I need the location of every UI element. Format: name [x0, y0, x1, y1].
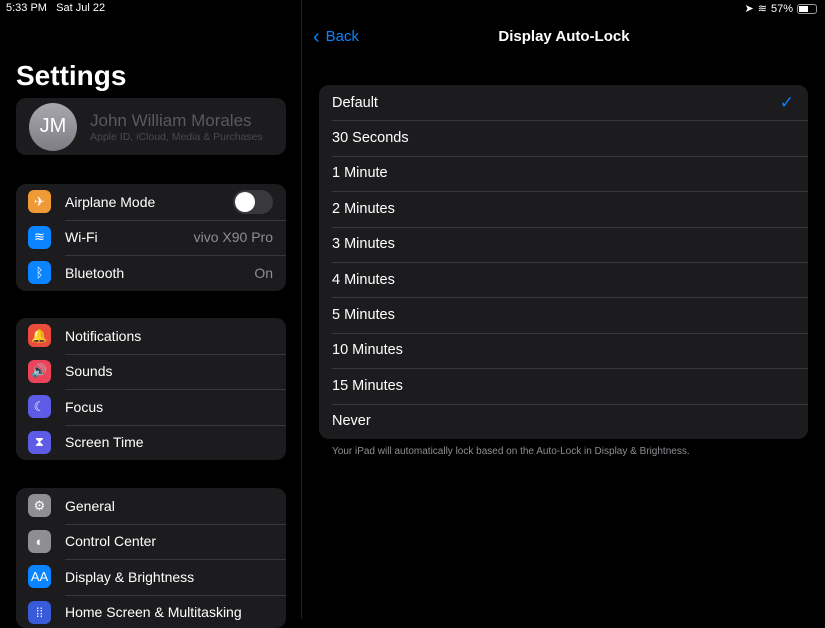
wifi-icon: ≋ — [758, 2, 767, 15]
home-screen-multitasking-icon: ⁞⁞ — [28, 601, 51, 624]
option-label: 1 Minute — [332, 165, 388, 181]
profile-name: John William Morales — [90, 111, 263, 131]
option-label: Never — [332, 413, 371, 429]
notifications-group: 🔔 Notifications 🔊 Sounds ☾ Focus ⧗ Screen Time — [16, 318, 286, 460]
nav-bar: Display Auto-Lock ‹ Back — [303, 28, 825, 48]
nav-title: Display Auto-Lock — [303, 28, 825, 45]
profile-subtitle: Apple ID, iCloud, Media & Purchases — [90, 131, 263, 143]
status-time-date: 5:33 PM Sat Jul 22 — [6, 2, 105, 14]
sidebar-item-label: Focus — [65, 399, 286, 415]
wi-fi-icon: ≋ — [28, 226, 51, 249]
sidebar-item-control-center[interactable]: ◐ Control Center — [16, 524, 286, 560]
notifications-icon: 🔔 — [28, 324, 51, 347]
option-label: 3 Minutes — [332, 236, 395, 252]
connectivity-group: ✈ Airplane Mode ≋ Wi-Fivivo X90 Pro ᛒ Bluetoo… — [16, 184, 286, 291]
sidebar-item-label: Notifications — [65, 328, 286, 344]
sidebar-item-airplane-mode[interactable]: ✈ Airplane Mode — [16, 184, 286, 220]
checkmark-icon: ✓ — [780, 93, 794, 113]
general-icon: ⚙ — [28, 494, 51, 517]
back-button[interactable]: ‹ Back — [313, 28, 359, 45]
sidebar-item-label: Sounds — [65, 363, 286, 379]
back-label: Back — [326, 28, 359, 45]
airplane-mode-toggle[interactable] — [233, 190, 273, 214]
option-5-minutes[interactable]: 5 Minutes — [319, 297, 808, 332]
option-label: 5 Minutes — [332, 307, 395, 323]
avatar: JM — [29, 103, 77, 151]
screen-time-icon: ⧗ — [28, 431, 51, 454]
page-title: Settings — [16, 60, 126, 92]
option-label: 4 Minutes — [332, 272, 395, 288]
sidebar-item-label: Screen Time — [65, 434, 286, 450]
option-label: 15 Minutes — [332, 378, 403, 394]
sidebar-item-sounds[interactable]: 🔊 Sounds — [16, 354, 286, 390]
option-label: 10 Minutes — [332, 342, 403, 358]
settings-sidebar: Settings JM John William Morales Apple I… — [0, 0, 302, 619]
option-15-minutes[interactable]: 15 Minutes — [319, 368, 808, 403]
footer-note: Your iPad will automatically lock based … — [332, 446, 690, 457]
airplane-mode-icon: ✈ — [28, 190, 51, 213]
sidebar-item-label: Display & Brightness — [65, 569, 286, 585]
sidebar-item-bluetooth[interactable]: ᛒ BluetoothOn — [16, 255, 286, 291]
battery-percent: 57% — [771, 3, 793, 15]
status-date: Sat Jul 22 — [56, 2, 105, 14]
option-3-minutes[interactable]: 3 Minutes — [319, 227, 808, 262]
status-time: 5:33 PM — [6, 2, 47, 14]
chevron-left-icon: ‹ — [313, 30, 320, 44]
sounds-icon: 🔊 — [28, 360, 51, 383]
option-default[interactable]: Default ✓ — [319, 85, 808, 120]
status-indicators: ➤ ≋ 57% — [745, 2, 817, 15]
sidebar-item-focus[interactable]: ☾ Focus — [16, 389, 286, 425]
sidebar-item-notifications[interactable]: 🔔 Notifications — [16, 318, 286, 354]
control-center-icon: ◐ — [28, 530, 51, 553]
sidebar-item-display-brightness[interactable]: AA Display & Brightness — [16, 559, 286, 595]
bluetooth-icon: ᛒ — [28, 261, 51, 284]
sidebar-item-label: General — [65, 498, 286, 514]
display-brightness-icon: AA — [28, 565, 51, 588]
profile-card[interactable]: JM John William Morales Apple ID, iCloud… — [16, 98, 286, 155]
sidebar-item-label: Control Center — [65, 533, 286, 549]
sidebar-item-label: Bluetooth — [65, 265, 254, 281]
general-group: ⚙ General ◐ Control Center AA Display & Brigh… — [16, 488, 286, 628]
sidebar-item-screen-time[interactable]: ⧗ Screen Time — [16, 425, 286, 461]
option-10-minutes[interactable]: 10 Minutes — [319, 333, 808, 368]
sidebar-item-label: Airplane Mode — [65, 194, 233, 210]
sidebar-item-home-screen-multitasking[interactable]: ⁞⁞ Home Screen & Multitasking — [16, 595, 286, 628]
option-label: 2 Minutes — [332, 201, 395, 217]
sidebar-item-wi-fi[interactable]: ≋ Wi-Fivivo X90 Pro — [16, 220, 286, 256]
sidebar-item-value: vivo X90 Pro — [194, 229, 273, 245]
sidebar-item-label: Home Screen & Multitasking — [65, 604, 286, 620]
option-label: Default — [332, 95, 378, 111]
sidebar-item-general[interactable]: ⚙ General — [16, 488, 286, 524]
sidebar-item-label: Wi-Fi — [65, 229, 194, 245]
option-2-minutes[interactable]: 2 Minutes — [319, 191, 808, 226]
auto-lock-options: Default ✓ 30 Seconds 1 Minute 2 Minutes 3 Min… — [319, 85, 808, 439]
sidebar-item-value: On — [254, 265, 273, 281]
focus-icon: ☾ — [28, 395, 51, 418]
option-30-seconds[interactable]: 30 Seconds — [319, 120, 808, 155]
battery-icon — [797, 4, 817, 14]
option-4-minutes[interactable]: 4 Minutes — [319, 262, 808, 297]
option-1-minute[interactable]: 1 Minute — [319, 156, 808, 191]
option-never[interactable]: Never — [319, 404, 808, 439]
detail-pane: Display Auto-Lock ‹ Back Default ✓ 30 Secon… — [303, 0, 825, 619]
location-icon: ➤ — [745, 2, 754, 15]
option-label: 30 Seconds — [332, 130, 409, 146]
